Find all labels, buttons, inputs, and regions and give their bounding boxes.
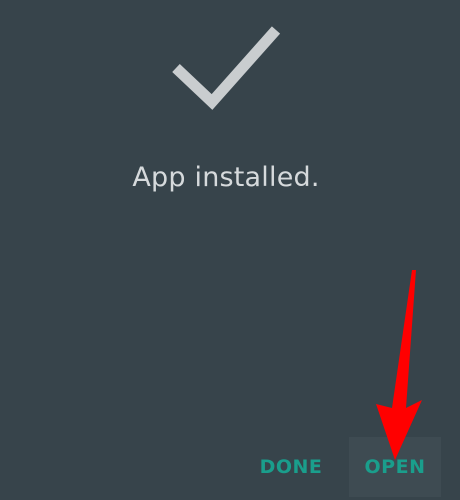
checkmark-icon: [172, 26, 281, 110]
install-complete-screen: App installed. DONE OPEN: [0, 0, 460, 500]
install-status-message: App installed.: [132, 162, 320, 193]
open-button[interactable]: OPEN: [349, 437, 441, 497]
red-arrow-icon: [376, 270, 422, 460]
done-button[interactable]: DONE: [246, 437, 336, 497]
